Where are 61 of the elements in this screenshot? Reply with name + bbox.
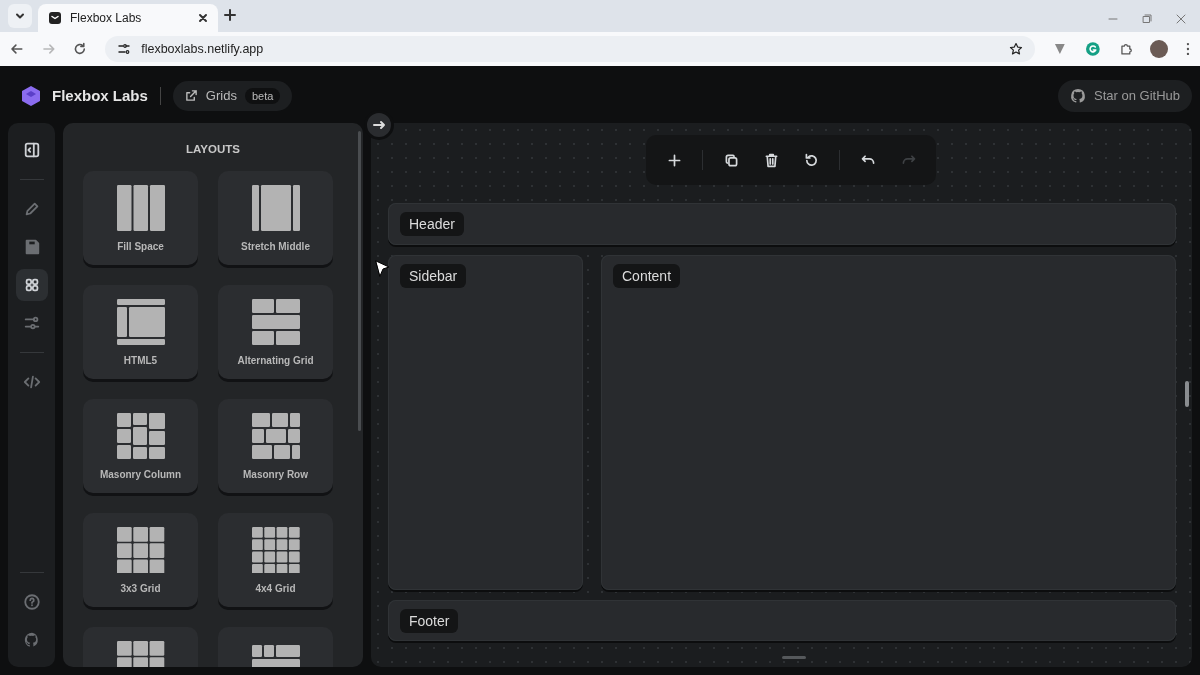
- resize-handle[interactable]: [1185, 381, 1189, 407]
- logo-cube-icon: [20, 84, 42, 107]
- layout-thumbnail-icon: [116, 299, 165, 345]
- tab-list-icon[interactable]: [15, 11, 25, 21]
- address-bar[interactable]: flexboxlabs.netlify.app: [105, 36, 1036, 62]
- layout-card[interactable]: HTML5: [83, 285, 198, 379]
- bookmark-star-icon[interactable]: [1009, 42, 1024, 56]
- app-favicon-icon: [48, 11, 62, 25]
- sidebar-collapse-icon: [22, 141, 41, 159]
- restore-icon[interactable]: [1142, 14, 1152, 24]
- area-label: Content: [613, 264, 681, 288]
- code-icon: [22, 373, 41, 391]
- grids-link[interactable]: Grids beta: [172, 80, 293, 111]
- grid-button[interactable]: [15, 269, 48, 301]
- github-icon: [22, 631, 41, 649]
- grid-area[interactable]: Content: [601, 255, 1176, 590]
- panel-title: LAYOUTS: [185, 143, 241, 155]
- layout-card[interactable]: Stretch Middle: [218, 171, 333, 265]
- puzzle-icon[interactable]: [1118, 42, 1133, 56]
- layout-card[interactable]: Masonry Column: [83, 399, 198, 493]
- grid-area[interactable]: Footer: [388, 600, 1176, 641]
- github-star-button[interactable]: Star on GitHub: [1058, 79, 1192, 112]
- profile-avatar[interactable]: [1150, 40, 1169, 58]
- external-link-icon: [184, 89, 198, 102]
- url-text: flexboxlabs.netlify.app: [141, 42, 265, 56]
- beta-badge: beta: [244, 87, 281, 104]
- new-tab-icon[interactable]: [224, 9, 236, 21]
- resize-handle[interactable]: [781, 656, 806, 659]
- layout-thumbnail-icon: [116, 185, 165, 231]
- extension-icon[interactable]: [1084, 41, 1101, 57]
- scrollbar-thumb[interactable]: [358, 131, 361, 431]
- layout-card[interactable]: Fill Space: [83, 171, 198, 265]
- brand-name: Flexbox Labs: [52, 87, 148, 104]
- mouse-cursor-icon: [375, 260, 391, 278]
- layout-thumbnail-icon: [251, 185, 300, 231]
- layout-thumbnail-icon: [251, 299, 300, 345]
- layout-card[interactable]: 4x4 Grid: [218, 513, 333, 607]
- browser-tab[interactable]: Flexbox Labs: [38, 4, 218, 32]
- layout-thumbnail-icon: [116, 413, 165, 459]
- back-icon[interactable]: [10, 42, 24, 56]
- layout-card[interactable]: 3x3 Grid: [83, 513, 198, 607]
- layout-thumbnail-icon: [251, 527, 300, 573]
- arrow-right-icon: [372, 118, 386, 132]
- grid-area[interactable]: Header: [388, 203, 1176, 245]
- tab-title: Flexbox Labs: [70, 11, 143, 25]
- reload-icon[interactable]: [73, 42, 88, 56]
- layout-thumbnail-icon: [251, 413, 300, 459]
- github-icon: [1070, 87, 1086, 104]
- grid-area[interactable]: Sidebar: [388, 255, 583, 590]
- area-label: Footer: [400, 609, 459, 633]
- area-label: Header: [400, 212, 464, 236]
- extension-icon[interactable]: [1053, 42, 1067, 56]
- layout-card[interactable]: Alternating Grid: [218, 285, 333, 379]
- layout-card[interactable]: Masonry Row: [218, 399, 333, 493]
- area-label: Sidebar: [400, 264, 467, 288]
- sliders-icon: [22, 314, 41, 332]
- site-settings-icon[interactable]: [117, 42, 132, 56]
- help-icon: [22, 593, 41, 611]
- menu-icon[interactable]: [1186, 42, 1190, 56]
- close-icon[interactable]: [198, 13, 208, 23]
- layout-thumbnail-icon: [116, 527, 165, 573]
